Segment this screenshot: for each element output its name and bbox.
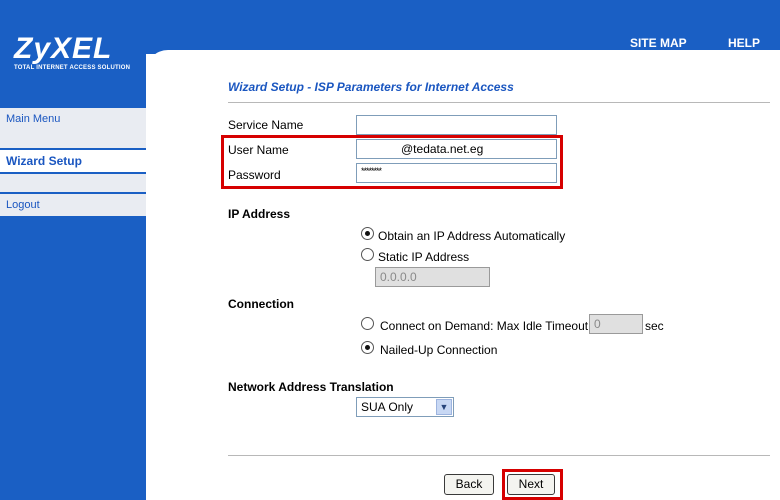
sidebar-item-logout[interactable]: Logout [0, 194, 146, 216]
divider [228, 455, 770, 457]
static-ip-label: Static IP Address [378, 250, 470, 264]
connect-on-demand-label: Connect on Demand: Max Idle Timeout [380, 319, 589, 333]
site-map-link[interactable]: SITE MAP [630, 36, 687, 50]
sidebar-item-main-menu[interactable]: Main Menu [0, 108, 146, 130]
back-button[interactable]: Back [444, 474, 494, 495]
obtain-ip-auto-label: Obtain an IP Address Automatically [378, 229, 566, 243]
highlight-box [221, 135, 563, 189]
radio-static-ip[interactable] [361, 248, 374, 261]
sidebar-item-wizard-setup[interactable]: Wizard Setup [0, 150, 146, 172]
page-title: Wizard Setup - ISP Parameters for Intern… [228, 80, 514, 94]
static-ip-input[interactable]: 0.0.0.0 [375, 267, 490, 287]
service-name-label: Service Name [228, 118, 304, 132]
logo-name: ZyXEL [14, 32, 113, 65]
help-link[interactable]: HELP [728, 36, 760, 50]
ip-address-heading: IP Address [228, 207, 291, 221]
connection-heading: Connection [228, 297, 294, 311]
sidebar-divider [0, 130, 146, 148]
logo-tagline: TOTAL INTERNET ACCESS SOLUTION [14, 65, 131, 71]
nat-selected-value: SUA Only [361, 400, 414, 414]
service-name-input[interactable] [356, 115, 557, 135]
radio-nailed-up[interactable] [361, 341, 374, 354]
timeout-unit-label: sec [645, 319, 664, 333]
zyxel-logo: ZyXEL TOTAL INTERNET ACCESS SOLUTION [14, 32, 131, 72]
divider [228, 102, 770, 104]
sidebar-divider [0, 174, 146, 192]
idle-timeout-input[interactable]: 0 [589, 314, 643, 334]
nat-select[interactable]: SUA Only ▼ [356, 397, 454, 417]
top-nav: SITE MAP HELP [592, 36, 760, 50]
radio-connect-on-demand[interactable] [361, 317, 374, 330]
nailed-up-label: Nailed-Up Connection [380, 343, 498, 357]
sidebar: ZyXEL TOTAL INTERNET ACCESS SOLUTION Mai… [0, 0, 146, 500]
radio-obtain-ip-auto[interactable] [361, 227, 374, 240]
nat-heading: Network Address Translation [228, 380, 394, 394]
chevron-down-icon[interactable]: ▼ [436, 399, 452, 415]
highlight-box [502, 469, 563, 500]
